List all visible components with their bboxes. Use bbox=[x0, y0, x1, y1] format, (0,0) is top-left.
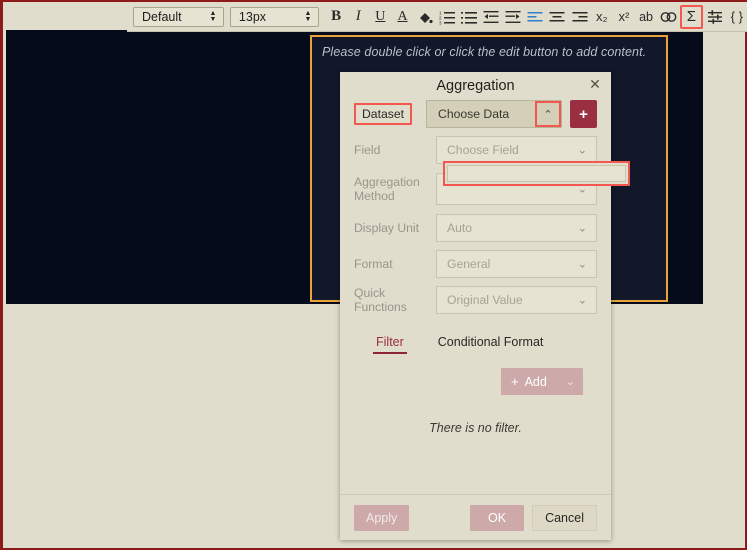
dialog-body: Dataset Choose Data ⌃ + Field Choose Fie… bbox=[340, 100, 630, 435]
display-unit-label: Display Unit bbox=[354, 221, 420, 235]
dataset-row: Dataset Choose Data ⌃ + bbox=[354, 100, 597, 128]
indent-icon[interactable] bbox=[503, 6, 523, 28]
italic-icon[interactable]: I bbox=[348, 6, 368, 28]
outdent-icon[interactable] bbox=[481, 6, 501, 28]
format-select[interactable]: General ⌄ bbox=[436, 250, 597, 278]
add-filter-label: Add bbox=[524, 374, 547, 389]
quick-functions-row: Quick Functions Original Value ⌄ bbox=[354, 286, 597, 314]
superscript-icon[interactable]: x² bbox=[614, 6, 634, 28]
abbreviation-icon[interactable]: ab bbox=[636, 6, 656, 28]
quick-functions-label: Quick Functions bbox=[354, 286, 407, 314]
cancel-button[interactable]: Cancel bbox=[532, 504, 597, 531]
bold-icon[interactable]: B bbox=[326, 6, 346, 28]
dialog-title: Aggregation bbox=[436, 78, 515, 94]
sigma-glyph: Σ bbox=[686, 8, 697, 25]
font-family-select[interactable]: Default ▲ ▼ bbox=[133, 6, 224, 27]
content-placeholder-hint: Please double click or click the edit bu… bbox=[322, 45, 647, 59]
formatting-toolbar: Default ▲ ▼ 13px ▲ ▼ B I U A 1 2 3 x₂ x²… bbox=[127, 2, 747, 32]
dataset-dropdown-list bbox=[447, 165, 626, 182]
font-color-glyph: A bbox=[397, 8, 408, 24]
align-left-icon[interactable] bbox=[525, 6, 545, 28]
abbreviation-glyph: ab bbox=[639, 9, 653, 24]
chevron-up-icon[interactable]: ⌃ bbox=[535, 101, 561, 127]
dataset-select[interactable]: Choose Data ⌃ bbox=[426, 100, 562, 128]
chevron-down-icon: ⌄ bbox=[577, 144, 587, 157]
tab-filter[interactable]: Filter bbox=[373, 335, 407, 354]
field-select[interactable]: Choose Field ⌄ bbox=[436, 136, 597, 164]
dataset-value: Choose Data bbox=[438, 107, 510, 121]
font-color-icon[interactable]: A bbox=[392, 6, 412, 28]
ok-button[interactable]: OK bbox=[470, 504, 525, 531]
font-family-value: Default bbox=[142, 9, 182, 24]
link-icon[interactable] bbox=[658, 6, 678, 28]
format-value: General bbox=[447, 257, 491, 271]
plus-icon: + bbox=[511, 374, 519, 389]
chevron-down-icon: ⌄ bbox=[577, 258, 587, 271]
font-size-value: 13px bbox=[238, 9, 267, 24]
chevron-down-icon[interactable]: ⌄ bbox=[566, 375, 583, 388]
font-size-select[interactable]: 13px ▲ ▼ bbox=[229, 6, 320, 27]
format-row: Format General ⌄ bbox=[354, 250, 597, 278]
spinner-arrows-icon: ▲ ▼ bbox=[209, 9, 217, 23]
empty-filter-message: There is no filter. bbox=[429, 421, 522, 435]
curly-braces-icon[interactable]: { } bbox=[727, 6, 747, 28]
unordered-list-icon[interactable] bbox=[459, 6, 479, 28]
italic-glyph: I bbox=[355, 8, 361, 24]
subscript-glyph: x₂ bbox=[596, 9, 608, 24]
field-value: Choose Field bbox=[447, 143, 519, 157]
aggregation-dialog: Aggregation ✕ Dataset Choose Data ⌃ + Fi… bbox=[340, 72, 630, 540]
quick-functions-select[interactable]: Original Value ⌄ bbox=[436, 286, 597, 314]
field-row: Field Choose Field ⌄ bbox=[354, 136, 597, 164]
chevron-down-icon: ⌄ bbox=[577, 222, 587, 235]
chevron-down-icon: ⌄ bbox=[577, 294, 587, 307]
display-unit-row: Display Unit Auto ⌄ bbox=[354, 214, 597, 242]
paint-bucket-icon[interactable] bbox=[415, 6, 435, 28]
dataset-dropdown-panel[interactable] bbox=[443, 161, 630, 186]
dialog-header: Aggregation ✕ bbox=[340, 72, 611, 100]
curly-braces-glyph: { } bbox=[730, 9, 743, 24]
align-right-icon[interactable] bbox=[570, 6, 590, 28]
dataset-label: Dataset bbox=[354, 103, 413, 125]
underline-glyph: U bbox=[375, 8, 386, 24]
display-unit-select[interactable]: Auto ⌄ bbox=[436, 214, 597, 242]
sliders-icon[interactable] bbox=[705, 6, 725, 28]
dialog-tabs: Filter Conditional Format bbox=[354, 328, 597, 354]
dialog-footer: Apply OK Cancel bbox=[340, 494, 611, 540]
ordered-list-icon[interactable]: 1 2 3 bbox=[437, 6, 457, 28]
spinner-arrows-icon: ▲ ▼ bbox=[304, 9, 312, 23]
superscript-glyph: x² bbox=[618, 9, 630, 24]
page-frame: Please double click or click the edit bu… bbox=[0, 0, 747, 550]
close-icon[interactable]: ✕ bbox=[588, 77, 602, 91]
add-filter-row: + Add ⌄ bbox=[354, 354, 597, 395]
sigma-icon[interactable]: Σ bbox=[680, 4, 703, 29]
apply-button[interactable]: Apply bbox=[354, 504, 410, 531]
tab-conditional-format[interactable]: Conditional Format bbox=[438, 335, 544, 354]
display-unit-value: Auto bbox=[447, 221, 473, 235]
aggregation-method-label: Aggregation Method bbox=[354, 175, 420, 203]
svg-text:3: 3 bbox=[439, 20, 442, 25]
align-center-icon[interactable] bbox=[547, 6, 567, 28]
quick-functions-value: Original Value bbox=[447, 293, 523, 307]
subscript-icon[interactable]: x₂ bbox=[592, 6, 612, 28]
format-label: Format bbox=[354, 257, 393, 271]
bold-glyph: B bbox=[331, 8, 342, 24]
add-dataset-button[interactable]: + bbox=[570, 100, 597, 128]
underline-icon[interactable]: U bbox=[370, 6, 390, 28]
field-label: Field bbox=[354, 143, 381, 157]
add-filter-button[interactable]: + Add ⌄ bbox=[501, 368, 583, 395]
